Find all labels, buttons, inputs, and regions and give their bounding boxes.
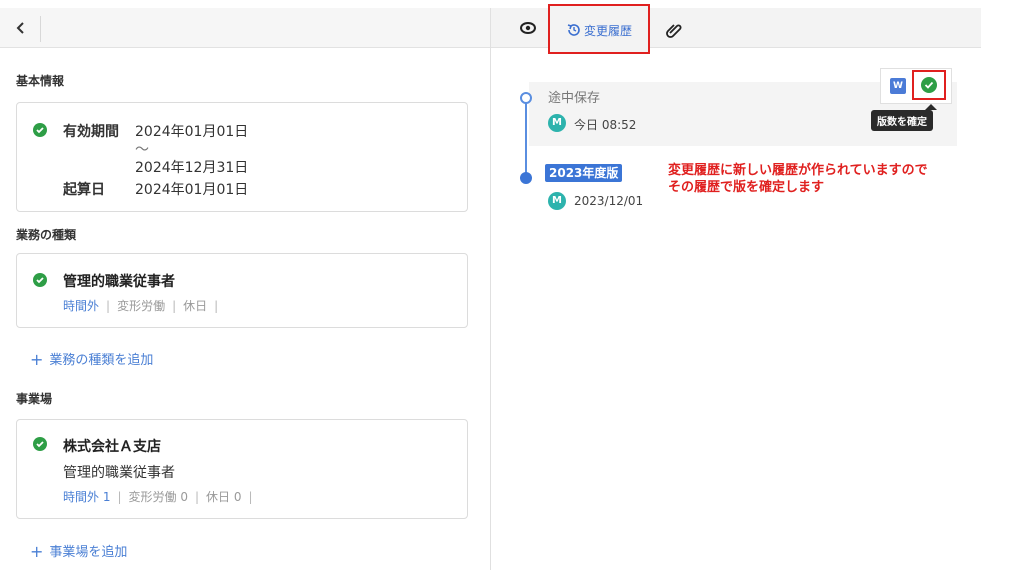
left-toolbar xyxy=(0,8,490,48)
workplace-card[interactable]: 株式会社Ａ支店 管理的職業従事者 時間外 1 | 変形労働 0 | 休日 0 | xyxy=(16,419,468,519)
draft-time: 今日 08:52 xyxy=(574,118,637,132)
tab-history[interactable]: 変更履歴 xyxy=(548,4,650,54)
validity-start: 2024年01月01日 xyxy=(135,124,249,140)
workplaces-heading: 事業場 xyxy=(16,392,53,406)
business-type-title: 管理的職業従事者 xyxy=(63,274,175,290)
plus-icon: + xyxy=(30,542,44,561)
timeline-dot-draft xyxy=(520,92,532,104)
add-workplace-label: 事業場を追加 xyxy=(49,545,128,560)
business-types-heading: 業務の種類 xyxy=(16,228,77,242)
avatar: M xyxy=(548,192,566,210)
workplace-subtitle: 管理的職業従事者 xyxy=(63,465,175,481)
add-business-type-label: 業務の種類を追加 xyxy=(49,353,154,368)
right-panel: 変更履歴 途中保存 M 今日 08:52 2023年度版 M 2023/12/0… xyxy=(491,4,981,570)
eye-icon xyxy=(520,22,536,34)
tag-overtime: 時間外 xyxy=(63,299,100,313)
back-button[interactable] xyxy=(10,16,32,40)
attachment-button[interactable] xyxy=(665,22,683,38)
workplace-tags: 時間外 1 | 変形労働 0 | 休日 0 | xyxy=(63,490,253,504)
confirm-tooltip: 版数を確定 xyxy=(871,110,933,131)
toolbar-divider xyxy=(40,16,41,42)
annotation-line-1: 変更履歴に新しい履歴が作られていますので xyxy=(668,163,928,178)
tag-holiday: 休日 xyxy=(183,299,208,313)
draft-label: 途中保存 xyxy=(548,91,601,106)
validity-card: 有効期間 2024年01月01日 ～ 2024年12月31日 起算日 2024年… xyxy=(16,102,468,212)
version-date: 2023/12/01 xyxy=(574,194,644,208)
validity-tilde: ～ xyxy=(135,142,149,158)
tag-variable-labor: 変形労働 0 xyxy=(128,490,188,504)
left-panel: 基本情報 有効期間 2024年01月01日 ～ 2024年12月31日 起算日 … xyxy=(0,0,490,570)
tag-variable-labor: 変形労働 xyxy=(117,299,166,313)
business-type-card[interactable]: 管理的職業従事者 時間外 | 変形労働 | 休日 | xyxy=(16,253,468,328)
check-circle-icon xyxy=(33,273,47,287)
annotation-note: 変更履歴に新しい履歴が作られていますので その履歴で版を確定します xyxy=(668,162,928,196)
tag-holiday: 休日 0 xyxy=(206,490,242,504)
annotation-line-2: その履歴で版を確定します xyxy=(668,180,825,195)
check-circle-icon xyxy=(33,123,47,137)
version-badge[interactable]: 2023年度版 xyxy=(545,164,623,182)
paperclip-icon xyxy=(666,24,682,38)
add-workplace-link[interactable]: + 事業場を追加 xyxy=(30,541,127,561)
confirm-version-button[interactable] xyxy=(912,70,946,100)
timeline-dot-version xyxy=(520,172,532,184)
word-export-button[interactable]: W xyxy=(890,78,906,94)
workplace-title: 株式会社Ａ支店 xyxy=(63,439,161,455)
check-circle-icon xyxy=(921,77,937,93)
validity-label: 有効期間 xyxy=(63,124,119,140)
add-business-type-link[interactable]: + 業務の種類を追加 xyxy=(30,349,153,369)
avatar: M xyxy=(548,114,566,132)
basic-info-heading: 基本情報 xyxy=(16,74,65,88)
plus-icon: + xyxy=(30,350,44,369)
check-circle-icon xyxy=(33,437,47,451)
right-toolbar: 変更履歴 xyxy=(491,4,981,54)
validity-end: 2024年12月31日 xyxy=(135,160,249,176)
history-icon xyxy=(567,24,580,36)
preview-button[interactable] xyxy=(518,20,538,38)
timeline-line xyxy=(525,98,527,178)
tag-overtime: 時間外 1 xyxy=(63,490,111,504)
tab-history-label: 変更履歴 xyxy=(584,24,633,38)
base-date-value: 2024年01月01日 xyxy=(135,182,249,198)
base-date-label: 起算日 xyxy=(63,182,105,198)
chevron-left-icon xyxy=(16,22,24,34)
business-type-tags: 時間外 | 変形労働 | 休日 | xyxy=(63,299,219,313)
